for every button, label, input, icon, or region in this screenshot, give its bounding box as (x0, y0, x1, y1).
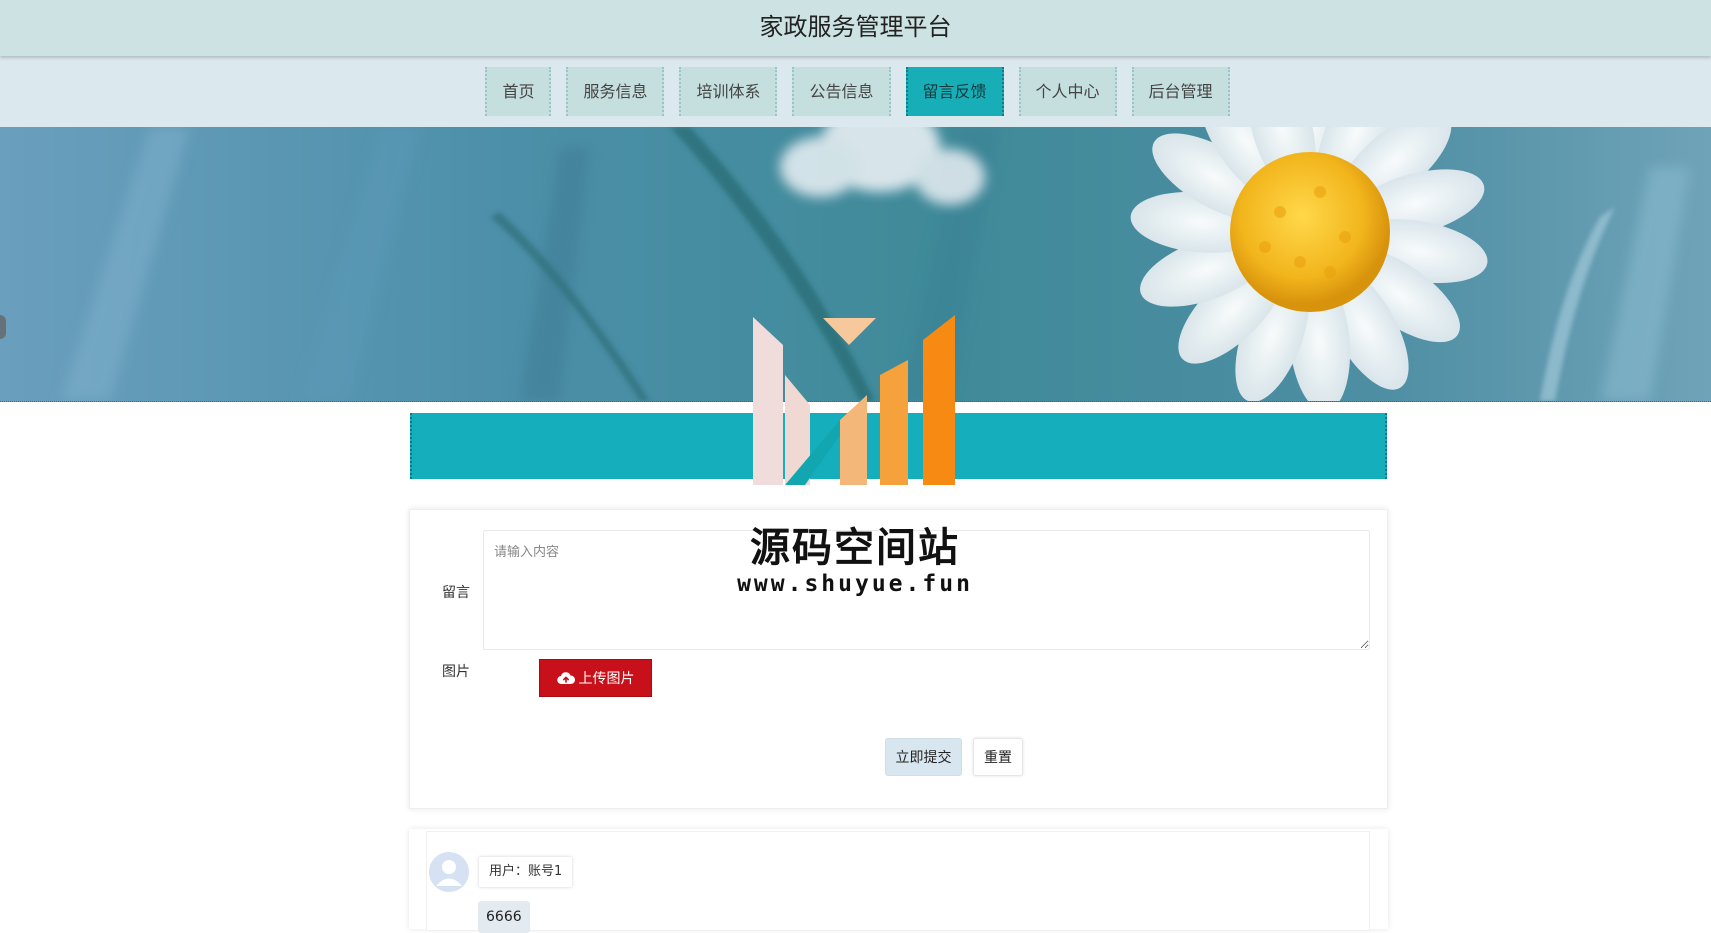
nav-item-admin[interactable]: 后台管理 (1131, 67, 1230, 116)
avatar-icon (429, 852, 469, 892)
main-nav: 首页 服务信息 培训体系 公告信息 留言反馈 个人中心 后台管理 (0, 56, 1711, 127)
carousel-handle[interactable] (0, 315, 6, 339)
watermark-logo (745, 315, 965, 490)
image-label: 图片 (442, 664, 470, 680)
watermark-url: www.shuyue.fun (737, 571, 973, 597)
watermark-name: 源码空间站 (750, 525, 960, 571)
nav-item-announcements[interactable]: 公告信息 (792, 67, 891, 116)
comment-item: 用户：账号1 6666 (426, 831, 1370, 933)
comment-username: 用户：账号1 (478, 856, 574, 888)
cloud-upload-icon (556, 671, 575, 685)
nav-item-service-info[interactable]: 服务信息 (566, 67, 665, 116)
nav-item-feedback[interactable]: 留言反馈 (905, 67, 1004, 116)
nav-item-home[interactable]: 首页 (485, 67, 552, 116)
comment-content: 6666 (478, 901, 530, 933)
nav-list: 首页 服务信息 培训体系 公告信息 留言反馈 个人中心 后台管理 (0, 67, 1711, 116)
message-label: 留言 (442, 585, 470, 601)
comments-list: 用户：账号1 6666 (409, 829, 1388, 933)
nav-item-personal-center[interactable]: 个人中心 (1018, 67, 1117, 116)
submit-button[interactable]: 立即提交 (885, 738, 962, 776)
upload-image-label: 上传图片 (578, 671, 635, 687)
reset-button[interactable]: 重置 (973, 738, 1023, 776)
upload-image-button[interactable]: 上传图片 (539, 659, 652, 697)
nav-item-training[interactable]: 培训体系 (679, 67, 778, 116)
site-title: 家政服务管理平台 (759, 13, 952, 41)
header-bar: 家政服务管理平台 (0, 0, 1711, 56)
